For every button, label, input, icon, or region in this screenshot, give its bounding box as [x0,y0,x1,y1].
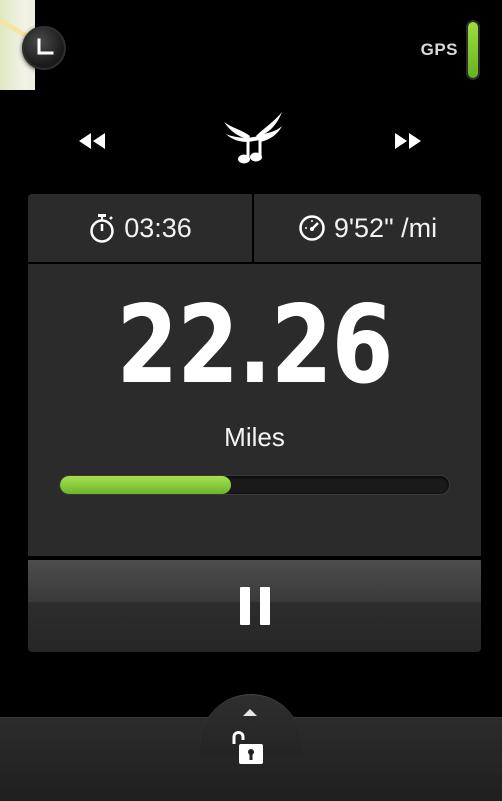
media-controls [0,104,502,174]
workout-panel: 03:36 9'52" /mi 22.26 Miles [28,194,481,652]
gps-signal-bar [468,22,478,78]
winged-music-note-logo [224,112,282,164]
distance-value: 22.26 [116,283,393,408]
distance-progress-bar [60,476,449,494]
music-logo-button[interactable] [220,106,286,168]
stats-row: 03:36 9'52" /mi [28,194,481,262]
gps-indicator: GPS [421,22,478,78]
elapsed-time-value: 03:36 [124,212,192,243]
fast-forward-icon [395,133,421,149]
elapsed-time-stat[interactable]: 03:36 [28,194,252,262]
corner-arrow-icon [37,38,54,55]
pace-stat[interactable]: 9'52" /mi [254,194,481,262]
unlock-icon[interactable] [228,728,268,773]
pause-button[interactable] [28,560,481,652]
speedometer-icon [299,215,325,241]
stopwatch-icon [90,214,114,243]
pace-value: 9'52" /mi [333,212,438,243]
progress-fill [60,476,232,494]
pause-icon [239,587,270,625]
distance-unit: Miles [224,422,285,452]
gps-label: GPS [420,40,458,59]
rewind-icon [79,133,105,149]
rewind-button[interactable] [74,128,110,154]
map-toggle-button[interactable] [22,26,66,70]
fast-forward-button[interactable] [390,128,426,154]
distance-card: 22.26 Miles [28,264,481,556]
slide-up-arrow-icon [243,709,257,716]
